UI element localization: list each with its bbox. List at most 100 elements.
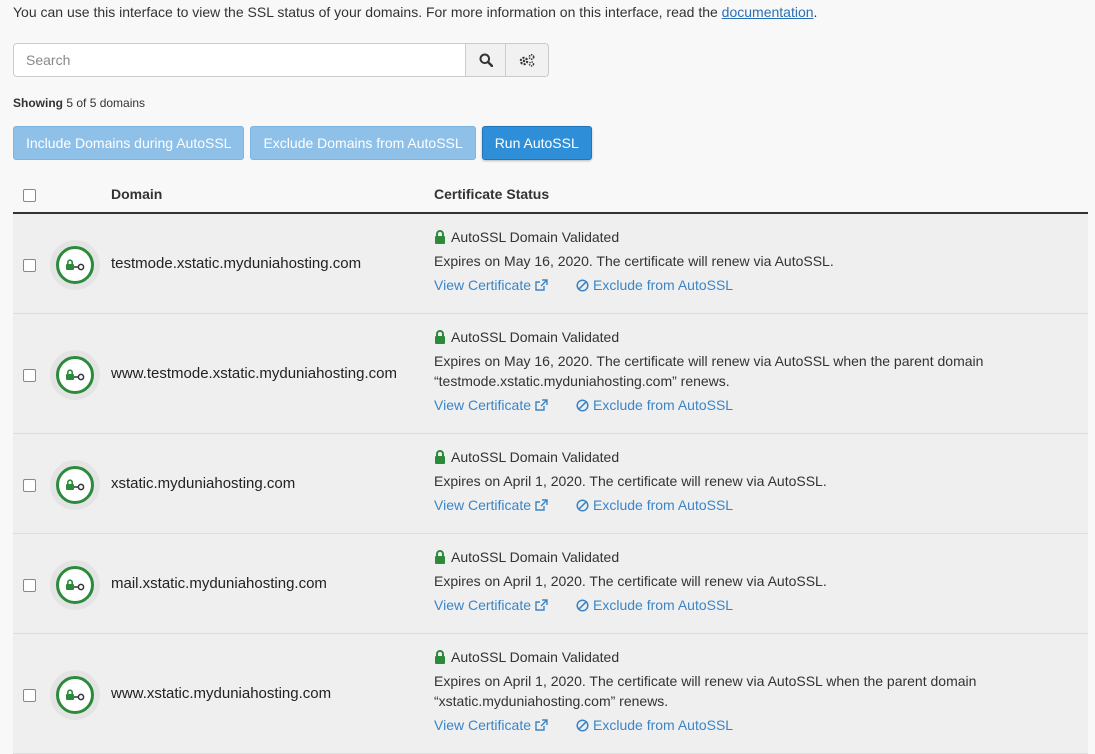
include-domains-button[interactable]: Include Domains during AutoSSL (13, 126, 245, 160)
domain-name: xstatic.myduniahosting.com (111, 475, 296, 492)
view-certificate-link[interactable]: View Certificate (434, 397, 548, 413)
intro-text: You can use this interface to view the S… (13, 4, 817, 20)
ssl-key-icon (56, 566, 94, 604)
column-header-domain[interactable]: Domain (111, 186, 162, 202)
exclude-label: Exclude from AutoSSL (593, 397, 734, 413)
table-row: www.testmode.xstatic.myduniahosting.com … (13, 314, 1088, 434)
status-label: AutoSSL Domain Validated (451, 329, 620, 345)
ssl-key-icon (56, 246, 94, 284)
ban-icon (576, 718, 589, 732)
ban-icon (576, 498, 589, 512)
view-certificate-label: View Certificate (434, 397, 532, 413)
row-checkbox[interactable] (23, 369, 36, 382)
exclude-from-autossl-link[interactable]: Exclude from AutoSSL (576, 717, 733, 733)
view-certificate-link[interactable]: View Certificate (434, 597, 548, 613)
lock-icon (435, 550, 445, 564)
view-certificate-label: View Certificate (434, 717, 532, 733)
status-detail: Expires on April 1, 2020. The certificat… (434, 473, 827, 489)
lock-icon (435, 650, 445, 664)
action-buttons: Include Domains during AutoSSL Exclude D… (13, 126, 592, 160)
search-bar (13, 43, 549, 77)
ssl-status-icon (50, 460, 100, 510)
certificate-status: AutoSSL Domain Validated Expires on May … (434, 327, 1078, 413)
column-header-status[interactable]: Certificate Status (434, 186, 549, 202)
view-certificate-label: View Certificate (434, 497, 532, 513)
status-label: AutoSSL Domain Validated (451, 229, 620, 245)
intro-suffix: . (813, 4, 818, 20)
ssl-key-icon (56, 466, 94, 504)
run-autossl-button[interactable]: Run AutoSSL (481, 126, 592, 160)
showing-label: Showing (13, 96, 63, 110)
status-title: AutoSSL Domain Validated (434, 447, 1078, 467)
ssl-status-page: You can use this interface to view the S… (0, 0, 1095, 754)
view-certificate-link[interactable]: View Certificate (434, 277, 548, 293)
domain-name: mail.xstatic.myduniahosting.com (111, 575, 327, 592)
exclude-label: Exclude from AutoSSL (593, 717, 734, 733)
external-link-icon (535, 599, 548, 611)
certificate-links: View Certificate Exclude from AutoSSL (434, 277, 1078, 293)
search-icon (479, 53, 493, 67)
domains-table: Domain Certificate Status testmode.xstat… (13, 172, 1088, 754)
select-all-checkbox[interactable] (23, 189, 36, 202)
exclude-label: Exclude from AutoSSL (593, 497, 734, 513)
ssl-status-icon (50, 240, 100, 290)
table-row: www.xstatic.myduniahosting.com AutoSSL D… (13, 634, 1088, 754)
view-certificate-link[interactable]: View Certificate (434, 717, 548, 733)
view-certificate-link[interactable]: View Certificate (434, 497, 548, 513)
showing-value: 5 of 5 domains (66, 96, 146, 110)
row-checkbox[interactable] (23, 479, 36, 492)
search-input[interactable] (13, 43, 466, 77)
certificate-status: AutoSSL Domain Validated Expires on Apri… (434, 547, 1078, 613)
status-title: AutoSSL Domain Validated (434, 647, 1078, 667)
external-link-icon (535, 279, 548, 291)
domain-name: www.testmode.xstatic.myduniahosting.com (111, 365, 397, 382)
status-title: AutoSSL Domain Validated (434, 227, 1078, 247)
settings-gears-icon (519, 53, 535, 67)
table-row: xstatic.myduniahosting.com AutoSSL Domai… (13, 434, 1088, 534)
exclude-label: Exclude from AutoSSL (593, 277, 734, 293)
view-certificate-label: View Certificate (434, 597, 532, 613)
certificate-status: AutoSSL Domain Validated Expires on May … (434, 227, 1078, 293)
exclude-from-autossl-link[interactable]: Exclude from AutoSSL (576, 497, 733, 513)
exclude-label: Exclude from AutoSSL (593, 597, 734, 613)
ban-icon (576, 278, 589, 292)
intro-description: You can use this interface to view the S… (13, 4, 722, 20)
exclude-from-autossl-link[interactable]: Exclude from AutoSSL (576, 397, 733, 413)
certificate-links: View Certificate Exclude from AutoSSL (434, 717, 1078, 733)
exclude-from-autossl-link[interactable]: Exclude from AutoSSL (576, 277, 733, 293)
certificate-links: View Certificate Exclude from AutoSSL (434, 397, 1078, 413)
ssl-status-icon (50, 560, 100, 610)
external-link-icon (535, 399, 548, 411)
status-label: AutoSSL Domain Validated (451, 449, 620, 465)
search-button[interactable] (466, 43, 506, 77)
lock-icon (435, 230, 445, 244)
status-detail: Expires on May 16, 2020. The certificate… (434, 253, 834, 269)
ssl-status-icon (50, 670, 100, 720)
certificate-links: View Certificate Exclude from AutoSSL (434, 597, 1078, 613)
status-label: AutoSSL Domain Validated (451, 649, 620, 665)
ssl-key-icon (56, 356, 94, 394)
lock-icon (435, 450, 445, 464)
certificate-status: AutoSSL Domain Validated Expires on Apri… (434, 647, 1078, 733)
ssl-status-icon (50, 350, 100, 400)
status-title: AutoSSL Domain Validated (434, 547, 1078, 567)
row-checkbox[interactable] (23, 259, 36, 272)
ban-icon (576, 598, 589, 612)
documentation-link[interactable]: documentation (722, 4, 814, 20)
external-link-icon (535, 499, 548, 511)
ssl-key-icon (56, 676, 94, 714)
table-body: testmode.xstatic.myduniahosting.com Auto… (13, 214, 1088, 754)
exclude-domains-button[interactable]: Exclude Domains from AutoSSL (250, 126, 476, 160)
view-certificate-label: View Certificate (434, 277, 532, 293)
table-row: mail.xstatic.myduniahosting.com AutoSSL … (13, 534, 1088, 634)
status-detail: Expires on May 16, 2020. The certificate… (434, 353, 984, 389)
row-checkbox[interactable] (23, 579, 36, 592)
search-settings-button[interactable] (506, 43, 549, 77)
status-title: AutoSSL Domain Validated (434, 327, 1078, 347)
certificate-links: View Certificate Exclude from AutoSSL (434, 497, 1078, 513)
table-row: testmode.xstatic.myduniahosting.com Auto… (13, 214, 1088, 314)
exclude-from-autossl-link[interactable]: Exclude from AutoSSL (576, 597, 733, 613)
external-link-icon (535, 719, 548, 731)
row-checkbox[interactable] (23, 689, 36, 702)
domain-name: www.xstatic.myduniahosting.com (111, 685, 332, 702)
